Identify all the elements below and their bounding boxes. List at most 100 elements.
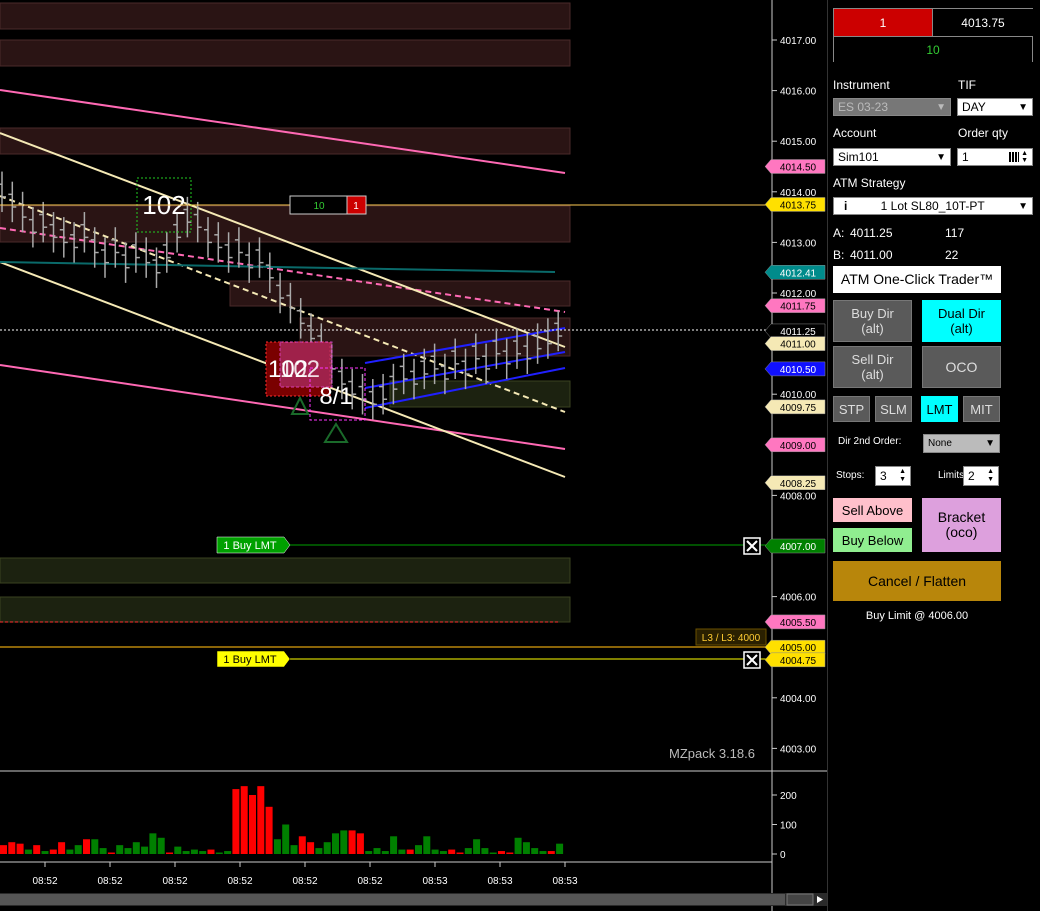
volume-bar (66, 849, 74, 854)
volume-bar (49, 849, 57, 854)
volume-bar (182, 851, 190, 854)
volume-bar (323, 842, 331, 854)
buy-dir-button[interactable]: Buy Dir (alt) (833, 300, 912, 342)
ask-size: 117 (945, 226, 965, 240)
stepper-icon[interactable]: ▲ ▼ (899, 468, 906, 484)
price-tag-label: 4010.50 (780, 365, 817, 376)
volume-bar (506, 852, 514, 854)
price-tag: 4010.50 (764, 361, 826, 377)
price-tick-label: 4004.00 (780, 694, 817, 705)
position-qty: 1 (834, 9, 932, 36)
instrument-value: ES 03-23 (838, 100, 889, 114)
tif-select[interactable]: DAY ▼ (957, 98, 1033, 116)
time-tick-label: 08:52 (32, 876, 57, 887)
stops-stepper[interactable]: 3 ▲ ▼ (875, 466, 911, 486)
sell-dir-button[interactable]: Sell Dir (alt) (833, 346, 912, 388)
volume-bar (166, 852, 173, 854)
oco-button[interactable]: OCO (922, 346, 1001, 388)
price-tag-label: 4005.50 (780, 618, 817, 629)
volume-bar (41, 851, 49, 854)
stops-label: Stops: (836, 470, 865, 481)
position-pnl: 10 (313, 201, 325, 212)
instrument-select[interactable]: ES 03-23 ▼ (833, 98, 951, 116)
atm-one-click-button[interactable]: ATM One-Click Trader™ (833, 266, 1001, 293)
chevron-down-icon: ▼ (1018, 101, 1028, 113)
order-status-text: Buy Limit @ 4006.00 (865, 610, 969, 622)
price-tick-label: 4016.00 (780, 87, 817, 98)
order-qty-input[interactable]: 1 ▲ ▼ (957, 148, 1033, 166)
bid-label: B: (833, 248, 845, 262)
cancel-flatten-button[interactable]: Cancel / Flatten (833, 561, 1001, 601)
price-tag-label: 4009.75 (780, 403, 817, 414)
volume-bar (132, 842, 140, 854)
volume-bar (290, 845, 298, 854)
dir2-order-value: None (928, 438, 952, 449)
volume-bar (116, 845, 124, 854)
slm-button[interactable]: SLM (875, 396, 912, 422)
price-tag: 4008.25 (764, 475, 826, 490)
volume-bar (489, 852, 497, 854)
limits-stepper[interactable]: 2 ▲ ▼ (963, 466, 999, 486)
time-tick-label: 08:53 (422, 876, 447, 887)
atm-strategy-select[interactable]: i 1 Lot SL80_10T-PT ▼ (833, 197, 1033, 215)
dual-dir-button[interactable]: Dual Dir (alt) (922, 300, 1001, 342)
dir2-order-select[interactable]: None ▼ (923, 434, 1000, 453)
price-tag-label: 4007.00 (780, 542, 817, 553)
volume-bar (215, 852, 223, 854)
atm-strategy-value: 1 Lot SL80_10T-PT (880, 199, 985, 213)
volume-bar (58, 842, 66, 854)
calculator-icon[interactable] (1009, 152, 1020, 162)
price-tag-label: 4012.41 (780, 268, 817, 279)
volume-bar (74, 845, 82, 854)
order-line-1[interactable]: 1 Buy LMT (216, 536, 770, 555)
level-line: L3 / L3: 4000 (0, 628, 770, 648)
volume-bar (456, 852, 464, 854)
tif-value: DAY (962, 100, 986, 114)
volume-bar (539, 851, 547, 854)
account-select[interactable]: Sim101 ▼ (833, 148, 951, 166)
volume-bar (315, 848, 323, 854)
volume-bar (373, 848, 381, 854)
price-tag-label: 4005.00 (780, 643, 817, 654)
cancel-order-icon[interactable] (743, 537, 761, 555)
volume-bar (398, 849, 406, 854)
volume-bar (390, 836, 398, 854)
price-chart[interactable]: 102 102 102 8/1 10 1 1 Buy LMT L3 / L3: … (0, 0, 827, 911)
stp-button[interactable]: STP (833, 396, 870, 422)
cancel-order-icon[interactable] (743, 651, 761, 669)
volume-bar (99, 848, 107, 854)
volume-bar (107, 852, 115, 854)
volume-bar (298, 836, 306, 854)
price-tags: 4014.50 4013.75 4012.41 4011.75 4011.25 4011.… (764, 159, 826, 668)
avg-price: 4013.75 (932, 9, 1033, 36)
horizontal-scrollbar[interactable] (0, 893, 827, 906)
volume-bar (124, 848, 132, 854)
price-tick-label: 4012.00 (780, 289, 817, 300)
volume-bar (514, 837, 522, 854)
volume-bar (423, 836, 431, 854)
volume-bar (224, 851, 232, 854)
volume-bars (0, 786, 564, 854)
volume-axis: 200 100 0 (772, 791, 797, 861)
bracket-button[interactable]: Bracket (oco) (922, 498, 1001, 552)
stepper-icon[interactable]: ▲ ▼ (1021, 150, 1028, 164)
volume-bar (157, 837, 165, 854)
chart-trader-panel: 1 4013.75 10 Instrument TIF ES 03-23 ▼ DA… (827, 0, 1040, 911)
mit-button[interactable]: MIT (963, 396, 1000, 422)
volume-bar (207, 849, 215, 854)
price-tag-label: 4014.50 (780, 163, 817, 174)
chevron-down-icon: ▼ (985, 438, 995, 449)
price-tag-label: 4011.25 (780, 327, 816, 338)
buy-below-button[interactable]: Buy Below (833, 528, 912, 552)
sell-above-button[interactable]: Sell Above (833, 498, 912, 522)
order-line-2[interactable]: 1 Buy LMT (216, 650, 770, 669)
lmt-button[interactable]: LMT (921, 396, 958, 422)
price-tag: 4009.00 (764, 437, 826, 453)
price-tick-label: 4010.00 (780, 390, 817, 401)
chart-area[interactable]: 102 102 102 8/1 10 1 1 Buy LMT L3 / L3: … (0, 0, 827, 911)
stepper-icon[interactable]: ▲ ▼ (987, 468, 994, 484)
volume-bar (415, 845, 422, 854)
instrument-label: Instrument (833, 78, 890, 92)
order-label: 1 Buy LMT (223, 540, 276, 552)
volume-bar (265, 806, 273, 854)
